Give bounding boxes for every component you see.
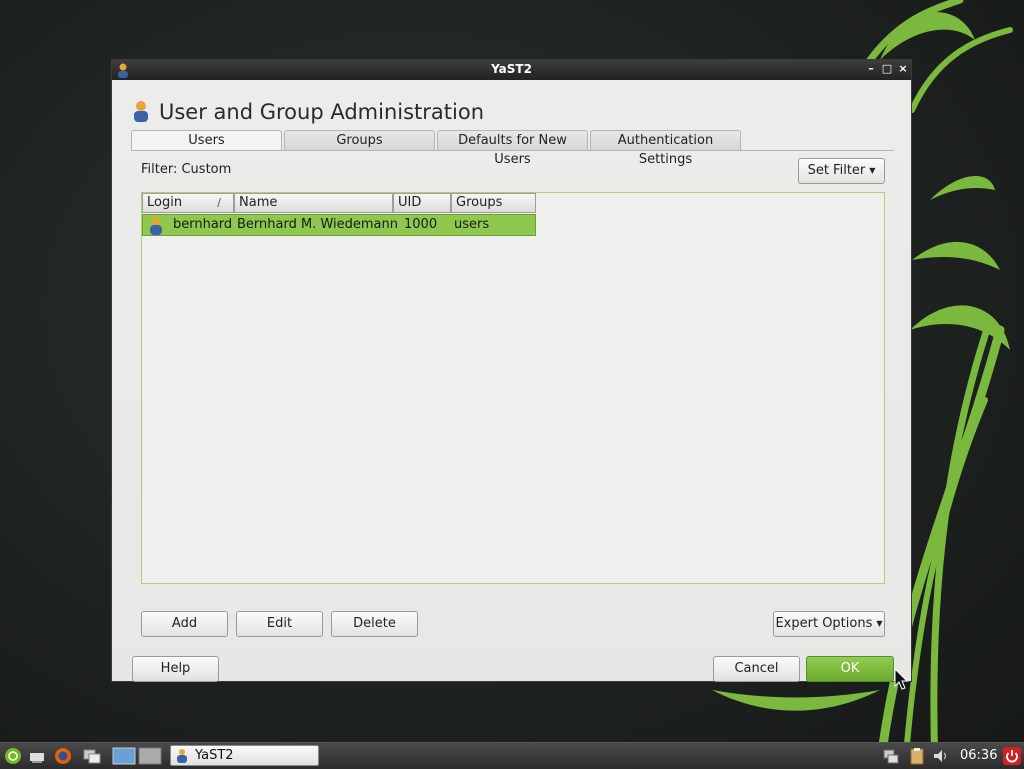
expert-options-button[interactable]: Expert Options ▼ (773, 611, 885, 637)
help-button[interactable]: Help (132, 656, 219, 682)
set-filter-button[interactable]: Set Filter ▼ (798, 158, 885, 184)
tab-divider (131, 150, 894, 151)
column-header-name[interactable]: Name (234, 193, 393, 213)
sort-indicator-icon: ∕ (217, 196, 221, 209)
cell-name: Bernhard M. Wiedemann (237, 217, 398, 232)
delete-button[interactable]: Delete (331, 611, 418, 637)
filter-label: Filter: Custom (141, 162, 232, 177)
chevron-down-icon: ▼ (869, 166, 876, 175)
minimize-icon[interactable]: – (864, 61, 878, 77)
clock: 06:36 (960, 748, 998, 763)
column-label-login: Login (147, 195, 183, 210)
cell-groups: users (454, 217, 490, 232)
show-desktop-icon[interactable] (28, 747, 46, 765)
taskbar-item-label: YaST2 (195, 748, 234, 763)
yast2-window: YaST2 – □ × User and Group Administratio… (111, 59, 912, 682)
table-row[interactable]: bernhard Bernhard M. Wiedemann 1000 user… (142, 214, 536, 236)
taskbar-item-yast2[interactable]: YaST2 (170, 745, 319, 766)
network-icon[interactable] (882, 747, 900, 765)
volume-icon[interactable] (932, 747, 950, 765)
users-icon (134, 101, 148, 122)
users-table[interactable]: Login ∕ Name UID Groups bernhard Bernhar… (141, 192, 885, 584)
column-header-uid[interactable]: UID (393, 193, 451, 213)
tab-authentication-settings[interactable]: Authentication Settings (590, 130, 741, 167)
window-title: YaST2 (491, 62, 532, 76)
tab-groups[interactable]: Groups (284, 130, 435, 150)
file-manager-icon[interactable] (83, 747, 101, 765)
cell-uid: 1000 (404, 217, 438, 232)
taskbar: YaST2 06:36 (0, 742, 1024, 769)
set-filter-label: Set Filter (807, 163, 866, 178)
page-title: User and Group Administration (159, 100, 484, 124)
cell-login: bernhard (173, 217, 233, 232)
expert-options-label: Expert Options (775, 616, 873, 631)
table-header: Login ∕ Name UID Groups (142, 193, 537, 213)
dialog-content: User and Group Administration Users Grou… (112, 80, 911, 682)
firefox-icon[interactable] (54, 747, 72, 765)
chevron-down-icon: ▼ (876, 619, 883, 628)
workspace-1-icon[interactable] (112, 747, 136, 765)
maximize-icon[interactable]: □ (880, 61, 894, 77)
edit-button[interactable]: Edit (236, 611, 323, 637)
yast-app-icon (177, 749, 187, 763)
window-titlebar[interactable]: YaST2 – □ × (112, 60, 911, 80)
power-icon[interactable] (1003, 747, 1021, 765)
clipboard-icon[interactable] (908, 747, 926, 765)
ok-button[interactable]: OK (806, 656, 894, 682)
opensuse-menu-icon[interactable] (4, 747, 22, 765)
user-icon (150, 217, 162, 235)
column-header-groups[interactable]: Groups (451, 193, 536, 213)
workspace-2-icon[interactable] (138, 747, 162, 765)
mouse-cursor-icon (894, 668, 908, 690)
column-header-login[interactable]: Login ∕ (142, 193, 234, 213)
cancel-button[interactable]: Cancel (713, 656, 800, 682)
tab-users[interactable]: Users (131, 130, 282, 151)
add-button[interactable]: Add (141, 611, 228, 637)
close-icon[interactable]: × (896, 61, 910, 77)
tab-defaults-for-new-users[interactable]: Defaults for New Users (437, 130, 588, 167)
